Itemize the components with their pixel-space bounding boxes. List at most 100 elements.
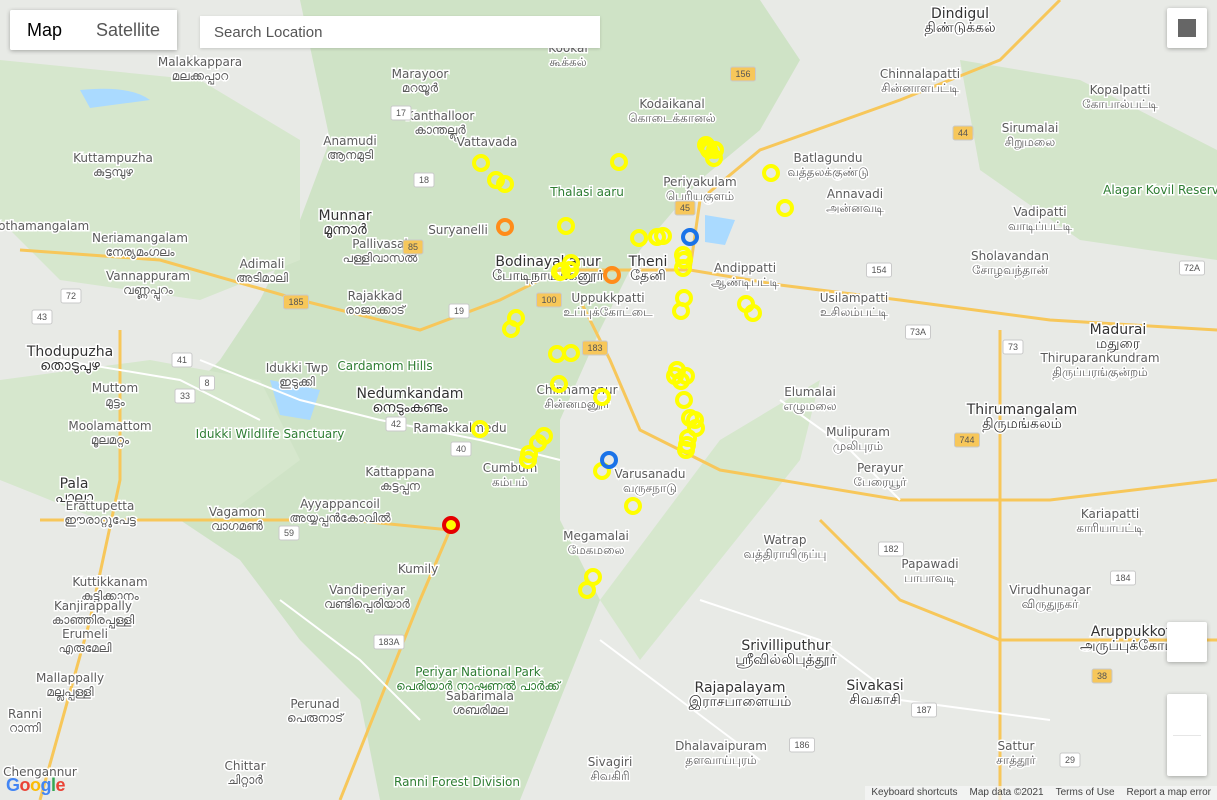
place-label: Chinnalapattiசின்னாளபட்டி (878, 66, 961, 97)
place-name: Mallappally (36, 671, 104, 685)
place-name: Pallivasal (352, 237, 407, 251)
place-name: Sirumalai (1002, 121, 1059, 135)
place-name: Vannappuram (106, 269, 190, 283)
place-name: Periyar National Park (415, 665, 540, 679)
place-name: Perunad (290, 697, 339, 711)
search-location-input[interactable] (200, 16, 600, 48)
place-name: Sivagiri (588, 755, 633, 769)
place-local-name: മുട്ടം (105, 395, 126, 410)
place-name: Virudhunagar (1009, 583, 1091, 597)
place-label: Thirumangalamதிருமங்கலம் (964, 401, 1079, 434)
place-label: Sholavandanசோழவந்தான் (970, 248, 1051, 279)
fullscreen-button[interactable] (1167, 8, 1207, 48)
place-local-name: ചിറ്റാർ (227, 773, 263, 788)
place-label: Neriamangalamനേര്യമംഗലം (91, 230, 190, 261)
place-name: Sattur (998, 739, 1035, 753)
road-shield-number: 73 (1008, 342, 1018, 352)
place-local-name: മല്ലപ്പള്ളി (46, 685, 94, 701)
terms-of-use-link[interactable]: Terms of Use (1050, 786, 1121, 800)
place-label: Rajakkadരാജാക്കാട് (344, 288, 408, 319)
map-canvas[interactable]: Dindigulதிண்டுக்கல் Chinnalapattiசின்னாளப… (0, 0, 1217, 800)
place-name: Watrap (763, 533, 806, 547)
place-label: Mulipuramமுலிபுரம் (825, 424, 892, 456)
place-label: Cardamom Hills (336, 358, 434, 375)
place-local-name: ആനമുടി (327, 148, 374, 163)
place-name: Elumalai (784, 385, 836, 399)
place-local-name: മൂലമറ്റം (91, 433, 130, 448)
place-label: Ramakkalmedu (412, 420, 508, 437)
place-local-name: விருதுநகர் (1022, 597, 1080, 612)
place-name: Mulipuram (826, 425, 890, 439)
road-shield: 182 (878, 541, 904, 557)
place-local-name: திருப்பரங்குன்றம் (1052, 365, 1148, 380)
place-label: Elumalaiஎழுமலை (782, 384, 838, 416)
place-local-name: കുട്ടമ്പുഴ (93, 165, 133, 180)
place-name: Annavadi (827, 187, 883, 201)
place-local-name: தளவாய்புரம் (685, 753, 756, 767)
place-name: Kanthalloor (406, 109, 475, 123)
place-local-name: ഈരാറ്റുപേട്ട (64, 513, 137, 528)
map-footer: Keyboard shortcuts Map data ©2021 Terms … (865, 786, 1217, 800)
road-shield: 29 (1059, 752, 1081, 768)
road-shield: 72A (1179, 260, 1205, 276)
place-name: Adimali (240, 257, 285, 271)
place-name: Vattavada (457, 135, 518, 149)
place-label: Papawadiபாபாவடி (900, 556, 960, 587)
street-view-pegman[interactable] (1167, 622, 1207, 662)
road-shield: 85 (402, 239, 424, 255)
place-local-name: கூக்கல் (549, 55, 586, 69)
place-name: Vagamon (209, 505, 265, 519)
road-shield-number: 744 (959, 435, 974, 445)
place-local-name: കട്ടപ്പന (380, 479, 421, 494)
place-name: Varusanadu (615, 467, 686, 481)
road-shield: 744 (954, 432, 980, 448)
road-shield: 73 (1002, 339, 1024, 355)
road-shield-number: 187 (916, 705, 931, 715)
place-name: Perayur (857, 461, 903, 475)
place-name: Andippatti (714, 261, 776, 275)
satellite-button[interactable]: Satellite (79, 10, 178, 50)
zoom-in-button[interactable] (1167, 694, 1207, 735)
marker-red[interactable] (442, 516, 460, 534)
place-label: Kothamangalam (0, 218, 91, 235)
place-label: Srivilliputhurஸ்ரீவில்லிபுத்தூர் (734, 637, 839, 670)
place-local-name: சாத்தூர் (996, 753, 1036, 768)
place-label: Erumeliഎരുമേലി (57, 626, 113, 658)
place-local-name: சின்னாளபட்டி (881, 81, 959, 95)
place-name: Muttom (92, 381, 138, 395)
place-name: Dhalavaipuram (675, 739, 767, 753)
place-local-name: சிவகிரி (590, 769, 629, 783)
road-shield-number: 185 (288, 297, 303, 307)
place-local-name: ஆண்டிபட்டி (711, 275, 779, 289)
road-shield-number: 186 (794, 740, 809, 750)
place-name: Kariapatti (1081, 507, 1139, 521)
zoom-out-button[interactable] (1167, 736, 1207, 777)
report-map-error-link[interactable]: Report a map error (1121, 786, 1217, 800)
place-label: Anamudiആനമുടി (322, 133, 378, 165)
place-name: Anamudi (323, 134, 376, 148)
place-label: Erattupettaഈരാറ്റുപേട്ട (63, 498, 139, 530)
place-label: Kopalpattiகோபால்பட்டி (1081, 82, 1160, 113)
place-label: Nedumkandamനെടുംകണ്ടം (355, 385, 465, 418)
place-name: Chittar (224, 759, 265, 773)
place-label: Bodinayakanurபோடிநாயக்கனூர் (491, 253, 606, 286)
fullscreen-icon (1178, 19, 1196, 37)
place-local-name: சோழவந்தான் (972, 263, 1048, 277)
map-button[interactable]: Map (10, 10, 80, 50)
keyboard-shortcuts-link[interactable]: Keyboard shortcuts (865, 786, 963, 800)
road-shield: 154 (866, 262, 892, 278)
place-label: Vadipattiவாடிப்பட்டி (1006, 204, 1074, 235)
road-shield-number: 72A (1184, 263, 1200, 273)
place-local-name: சிறுமலை (1005, 135, 1055, 150)
place-local-name: திண்டுக்கல் (924, 20, 995, 36)
place-label: Ranniറാന്നി (7, 706, 44, 737)
place-name: Usilampatti (820, 291, 888, 305)
road-shield-number: 41 (177, 355, 187, 365)
place-local-name: பாபாவடி (904, 571, 956, 585)
place-local-name: உசிலம்பட்டி (820, 305, 888, 319)
place-name: Ramakkalmedu (413, 421, 506, 435)
road-shield-number: 43 (37, 312, 47, 322)
place-local-name: பேரையூர் (853, 475, 907, 489)
place-name: Ranni (8, 707, 42, 721)
place-label: Sivakasiசிவகாசி (845, 677, 905, 710)
